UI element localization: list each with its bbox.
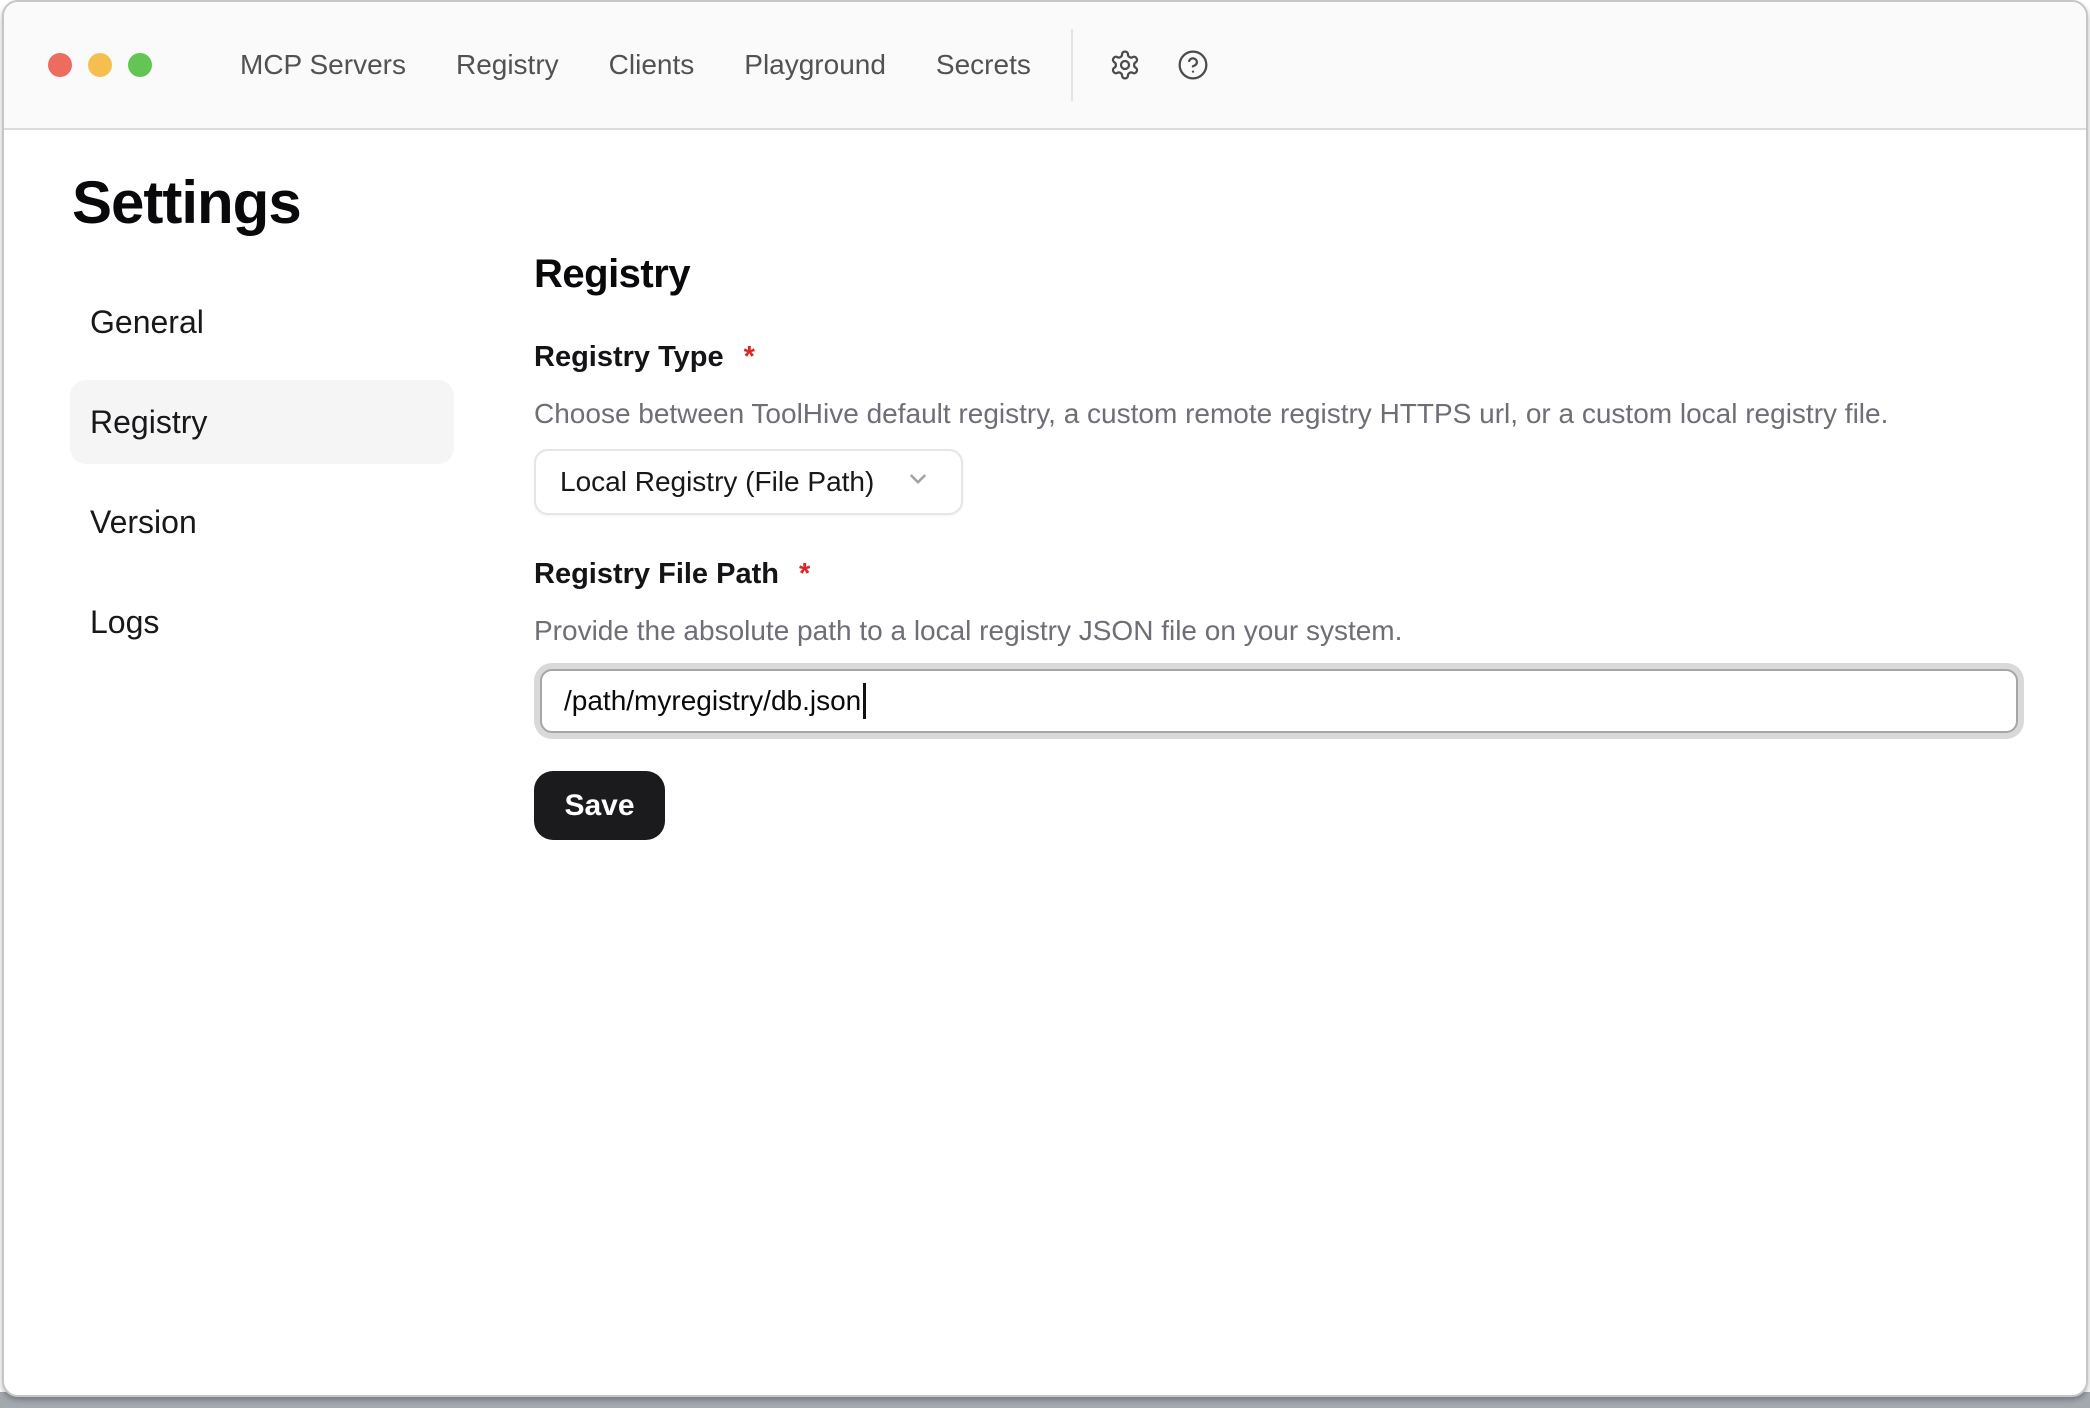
settings-button[interactable]: [1109, 49, 1141, 81]
registry-settings-panel: Registry Registry Type * Choose between …: [534, 250, 2034, 840]
registry-type-select[interactable]: Local Registry (File Path): [534, 449, 963, 515]
nav-item-playground[interactable]: Playground: [744, 51, 886, 79]
help-circle-icon: [1177, 49, 1209, 81]
sidebar-item-version[interactable]: Version: [70, 480, 454, 564]
sidebar-item-general[interactable]: General: [70, 280, 454, 364]
section-heading: Registry: [534, 250, 2034, 298]
nav-item-secrets[interactable]: Secrets: [936, 51, 1031, 79]
nav-item-clients[interactable]: Clients: [609, 51, 695, 79]
registry-file-path-description: Provide the absolute path to a local reg…: [534, 613, 2034, 649]
required-asterisk: *: [799, 556, 810, 592]
input-value: /path/myregistry/db.json: [564, 685, 861, 717]
settings-page: Settings General Registry Version Logs: [4, 170, 2086, 840]
chevron-down-icon: [905, 466, 931, 499]
sidebar-item-label: Logs: [90, 604, 159, 641]
registry-type-label: Registry Type *: [534, 339, 2034, 375]
required-asterisk: *: [744, 339, 755, 375]
registry-file-path-label: Registry File Path *: [534, 556, 2034, 592]
gear-icon: [1109, 49, 1141, 81]
settings-sidebar: General Registry Version Logs: [70, 280, 454, 680]
app-window: MCP Servers Registry Clients Playground …: [2, 0, 2088, 1397]
text-cursor: [863, 683, 866, 719]
titlebar: MCP Servers Registry Clients Playground …: [4, 2, 2086, 130]
sidebar-item-label: Version: [90, 504, 197, 541]
sidebar-item-label: Registry: [90, 404, 207, 441]
registry-file-path-input[interactable]: /path/myregistry/db.json: [540, 669, 2018, 733]
registry-type-description: Choose between ToolHive default registry…: [534, 396, 2034, 432]
page-title: Settings: [72, 170, 2086, 236]
top-navigation: MCP Servers Registry Clients Playground …: [240, 51, 1031, 79]
minimize-window-button[interactable]: [88, 53, 112, 77]
window-controls: [4, 53, 154, 77]
selected-option-label: Local Registry (File Path): [560, 466, 874, 498]
nav-item-mcp-servers[interactable]: MCP Servers: [240, 51, 406, 79]
sidebar-item-registry[interactable]: Registry: [70, 380, 454, 464]
sidebar-item-label: General: [90, 304, 204, 341]
zoom-window-button[interactable]: [128, 53, 152, 77]
close-window-button[interactable]: [48, 53, 72, 77]
sidebar-item-logs[interactable]: Logs: [70, 580, 454, 664]
nav-item-registry[interactable]: Registry: [456, 51, 559, 79]
save-button[interactable]: Save: [534, 771, 665, 840]
titlebar-divider: [1071, 29, 1073, 101]
help-button[interactable]: [1177, 49, 1209, 81]
